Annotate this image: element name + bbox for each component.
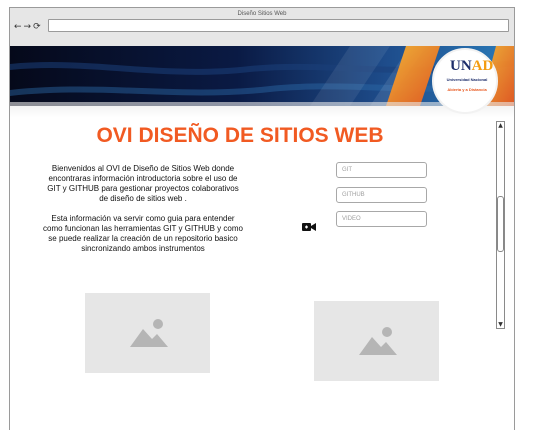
github-field[interactable]: GITHUB [336, 187, 427, 203]
video-field[interactable]: VIDEO [336, 211, 427, 227]
logo-word-main: UN [450, 58, 472, 74]
vertical-scrollbar[interactable]: ▲ ▼ [496, 121, 505, 329]
scroll-up-icon[interactable]: ▲ [497, 122, 504, 129]
address-bar[interactable] [48, 19, 509, 32]
intro-paragraph-2: Esta información va servir como guia par… [43, 214, 243, 253]
image-icon [130, 319, 168, 347]
image-icon [359, 327, 397, 355]
logo-word-accent: AD [471, 58, 494, 74]
forward-arrow-icon[interactable]: → [24, 22, 32, 32]
unad-logo-word: UNAD [450, 58, 493, 75]
scroll-down-icon[interactable]: ▼ [497, 321, 504, 328]
window-title: Diseño Sitios Web [237, 11, 287, 17]
browser-window: Diseño Sitios Web ← → ⟳ UNAD Universidad… [9, 7, 515, 430]
video-camera-icon [302, 223, 316, 231]
intro-paragraph-1: Bienvenidos al OVI de Diseño de Sitios W… [47, 164, 239, 203]
image-placeholder-right [314, 301, 439, 381]
nav-buttons: ← → ⟳ [14, 22, 41, 32]
banner-fade [10, 106, 514, 118]
logo-subtitle-1: Universidad Nacional [446, 77, 488, 82]
browser-chrome: Diseño Sitios Web ← → ⟳ [10, 8, 514, 47]
image-placeholder-left [85, 293, 210, 373]
intro-text: Bienvenidos al OVI de Diseño de Sitios W… [43, 164, 243, 254]
page-title: OVI DISEÑO DE SITIOS WEB [96, 124, 384, 147]
back-arrow-icon[interactable]: ← [14, 22, 22, 32]
reload-icon[interactable]: ⟳ [33, 22, 41, 32]
scrollbar-thumb[interactable] [497, 196, 504, 252]
logo-subtitle-2: Abierta y a Distancia [447, 87, 487, 92]
git-field[interactable]: GIT [336, 162, 427, 178]
